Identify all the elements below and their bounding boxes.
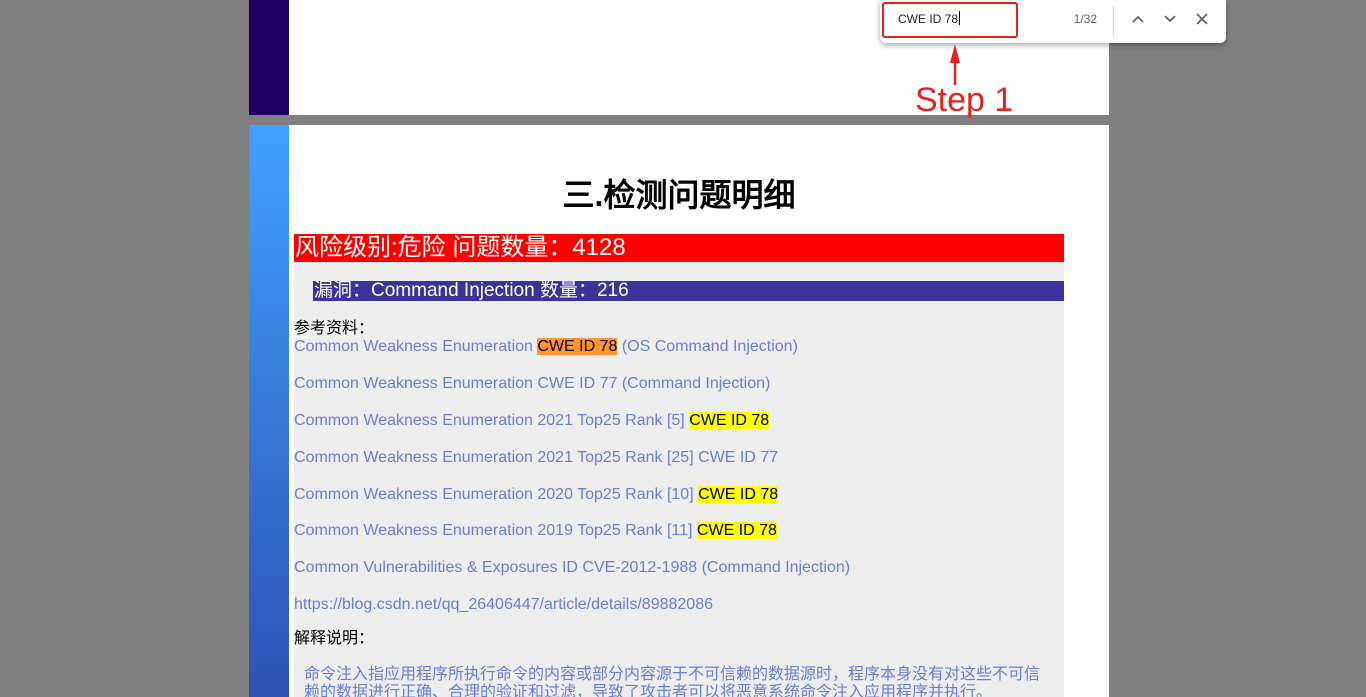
find-bar: CWE ID 78 1/32 — [880, 0, 1226, 43]
find-input[interactable]: CWE ID 78 — [898, 11, 1008, 27]
explanation-label: 解释说明： — [294, 630, 375, 647]
risk-level-bar: 风险级别:危险 问题数量：4128 — [294, 234, 1064, 262]
find-bar-divider — [1113, 6, 1114, 36]
find-match-highlight-active: CWE ID 78 — [537, 338, 618, 355]
reference-link-text: Common Weakness Enumeration CWE ID 77 (C… — [294, 374, 771, 392]
reference-link[interactable]: Common Weakness Enumeration 2019 Top25 R… — [294, 522, 1064, 559]
chevron-down-icon — [1164, 15, 1176, 23]
reference-link-text: https://blog.csdn.net/qq_26406447/articl… — [294, 596, 713, 614]
vulnerability-bar: 漏洞：Command Injection 数量：216 — [313, 281, 1064, 301]
reference-link-text: Common Weakness Enumeration 2021 Top25 R… — [294, 448, 779, 466]
reference-link[interactable]: Common Weakness Enumeration 2021 Top25 R… — [294, 411, 1064, 449]
find-match-highlight: CWE ID 78 — [696, 522, 777, 540]
reference-link-text: Common Weakness Enumeration — [294, 338, 538, 355]
page-side-band — [249, 0, 289, 115]
explanation-text: 命令注入指应用程序所执行命令的内容或部分内容源于不可信赖的数据源时，程序本身没有… — [304, 666, 1041, 697]
reference-link-text: (OS Command Injection) — [617, 338, 798, 355]
references-label: 参考资料： — [294, 320, 375, 337]
chevron-up-icon — [1132, 15, 1144, 23]
reference-link-text: Common Vulnerabilities & Exposures ID CV… — [294, 559, 851, 577]
annotation-step-label: Step 1 — [915, 81, 1014, 119]
reference-link[interactable]: https://blog.csdn.net/qq_26406447/articl… — [294, 596, 1064, 633]
reference-link-text: Common Weakness Enumeration 2019 Top25 R… — [294, 522, 697, 540]
find-previous-button[interactable] — [1126, 7, 1150, 31]
reference-link-text: Common Weakness Enumeration 2021 Top25 R… — [294, 411, 690, 429]
reference-link[interactable]: Common Weakness Enumeration CWE ID 77 (C… — [294, 375, 1064, 412]
reference-link[interactable]: Common Weakness Enumeration CWE ID 78 (O… — [294, 338, 1064, 375]
reference-link[interactable]: Common Vulnerabilities & Exposures ID CV… — [294, 559, 1064, 596]
report-page-2: 三.检测问题明细 风险级别:危险 问题数量：4128 漏洞：Command In… — [249, 125, 1109, 697]
find-next-button[interactable] — [1158, 7, 1182, 31]
reference-list: Common Weakness Enumeration CWE ID 78 (O… — [294, 338, 1064, 633]
section-title: 三.检测问题明细 — [562, 177, 796, 213]
pdf-viewer: 三.检测问题明细 风险级别:危险 问题数量：4128 漏洞：Command In… — [0, 0, 1366, 697]
find-input-text: CWE ID 78 — [898, 12, 959, 26]
close-icon — [1196, 13, 1208, 25]
reference-link-text: Common Weakness Enumeration 2020 Top25 R… — [294, 485, 699, 503]
reference-link[interactable]: Common Weakness Enumeration 2020 Top25 R… — [294, 485, 1064, 523]
find-match-highlight: CWE ID 78 — [698, 485, 779, 503]
page-side-band — [249, 125, 289, 697]
find-close-button[interactable] — [1190, 7, 1214, 31]
find-match-highlight: CWE ID 78 — [689, 411, 770, 429]
text-caret — [959, 11, 961, 25]
find-match-count: 1/32 — [1073, 12, 1097, 26]
reference-link[interactable]: Common Weakness Enumeration 2021 Top25 R… — [294, 449, 1064, 486]
